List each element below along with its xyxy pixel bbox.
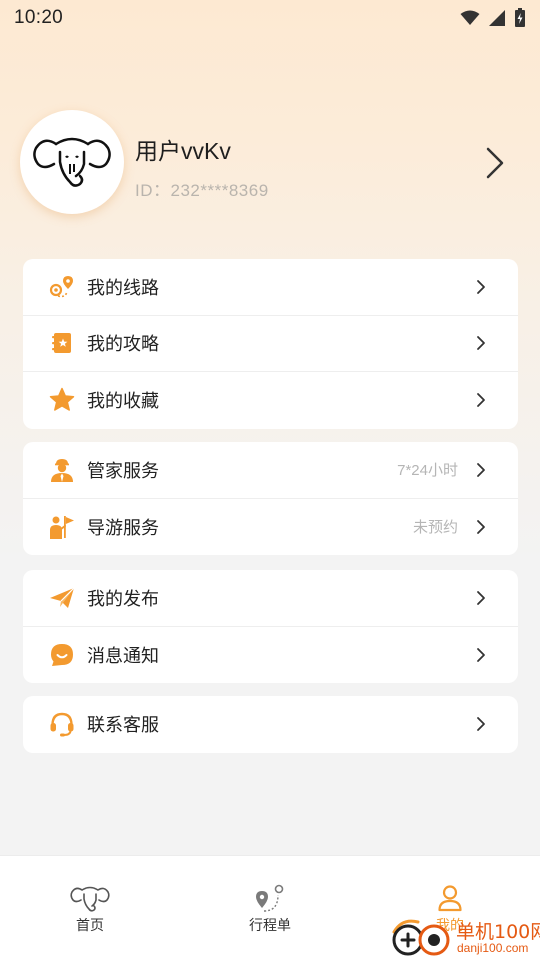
menu-card-services: 管家服务 7*24小时 导游服务 未预约 [23, 442, 518, 555]
tab-home[interactable]: 首页 [0, 856, 180, 960]
menu-item-label: 导游服务 [87, 517, 159, 538]
battery-icon [514, 8, 526, 28]
message-bubble-icon [49, 642, 75, 668]
watermark-logo [392, 919, 450, 956]
chevron-right-icon [477, 336, 485, 351]
menu-item-label: 我的收藏 [87, 391, 159, 412]
profile-header[interactable]: 用户vvKv ID：232****8369 [20, 110, 520, 216]
menu-item-value: 7*24小时 [397, 462, 458, 480]
menu-item-label: 联系客服 [87, 715, 159, 736]
chevron-right-icon [477, 519, 485, 534]
chevron-right-icon [477, 462, 485, 477]
menu-item-my-guides[interactable]: 我的攻略 [23, 316, 518, 372]
elephant-logo-icon [33, 137, 111, 187]
star-icon [49, 387, 75, 413]
menu-item-notifications[interactable]: 消息通知 [23, 627, 518, 684]
wifi-icon [460, 10, 480, 26]
menu-item-label: 管家服务 [87, 460, 159, 481]
menu-item-label: 我的线路 [87, 277, 159, 298]
user-profile-icon [437, 883, 463, 913]
itinerary-pin-icon [254, 883, 286, 913]
menu-item-my-favorites[interactable]: 我的收藏 [23, 372, 518, 429]
username: 用户vvKv [135, 138, 231, 164]
menu-item-customer-service[interactable]: 联系客服 [23, 696, 518, 753]
tab-label: 行程单 [249, 917, 291, 933]
guide-book-icon [49, 330, 75, 356]
chevron-right-icon [477, 717, 485, 732]
paper-plane-icon [49, 585, 75, 611]
chevron-right-icon [477, 647, 485, 662]
chevron-right-icon[interactable] [484, 146, 506, 180]
watermark: 单机100网 danji100.com [388, 914, 540, 960]
menu-item-butler-service[interactable]: 管家服务 7*24小时 [23, 442, 518, 499]
avatar[interactable] [20, 110, 124, 214]
chevron-right-icon [477, 393, 485, 408]
watermark-title: 单机100网 [456, 921, 540, 943]
menu-card-support: 联系客服 [23, 696, 518, 753]
user-id: ID：232****8369 [135, 181, 269, 200]
chevron-right-icon [477, 590, 485, 605]
butler-icon [49, 457, 75, 483]
route-pin-icon [49, 274, 75, 300]
cellular-signal-icon [488, 9, 506, 27]
tab-label: 首页 [76, 917, 104, 933]
menu-item-my-routes[interactable]: 我的线路 [23, 259, 518, 316]
status-time: 10:20 [14, 7, 64, 28]
menu-item-tour-guide-service[interactable]: 导游服务 未预约 [23, 499, 518, 556]
status-icons [460, 8, 526, 28]
menu-item-label: 我的攻略 [87, 334, 159, 355]
tour-guide-flag-icon [49, 514, 75, 540]
status-bar: 10:20 [0, 0, 540, 36]
menu-item-value: 未预约 [412, 519, 458, 537]
elephant-home-icon [69, 883, 111, 913]
menu-card-favorites: 我的线路 我的攻略 我的收藏 [23, 259, 518, 429]
chevron-right-icon [477, 279, 485, 294]
menu-item-my-posts[interactable]: 我的发布 [23, 570, 518, 627]
menu-item-label: 消息通知 [87, 645, 159, 666]
tab-itinerary[interactable]: 行程单 [180, 856, 360, 960]
headset-icon [49, 711, 75, 737]
menu-item-label: 我的发布 [87, 588, 159, 609]
menu-card-posts: 我的发布 消息通知 [23, 570, 518, 683]
watermark-url: danji100.com [457, 941, 529, 955]
